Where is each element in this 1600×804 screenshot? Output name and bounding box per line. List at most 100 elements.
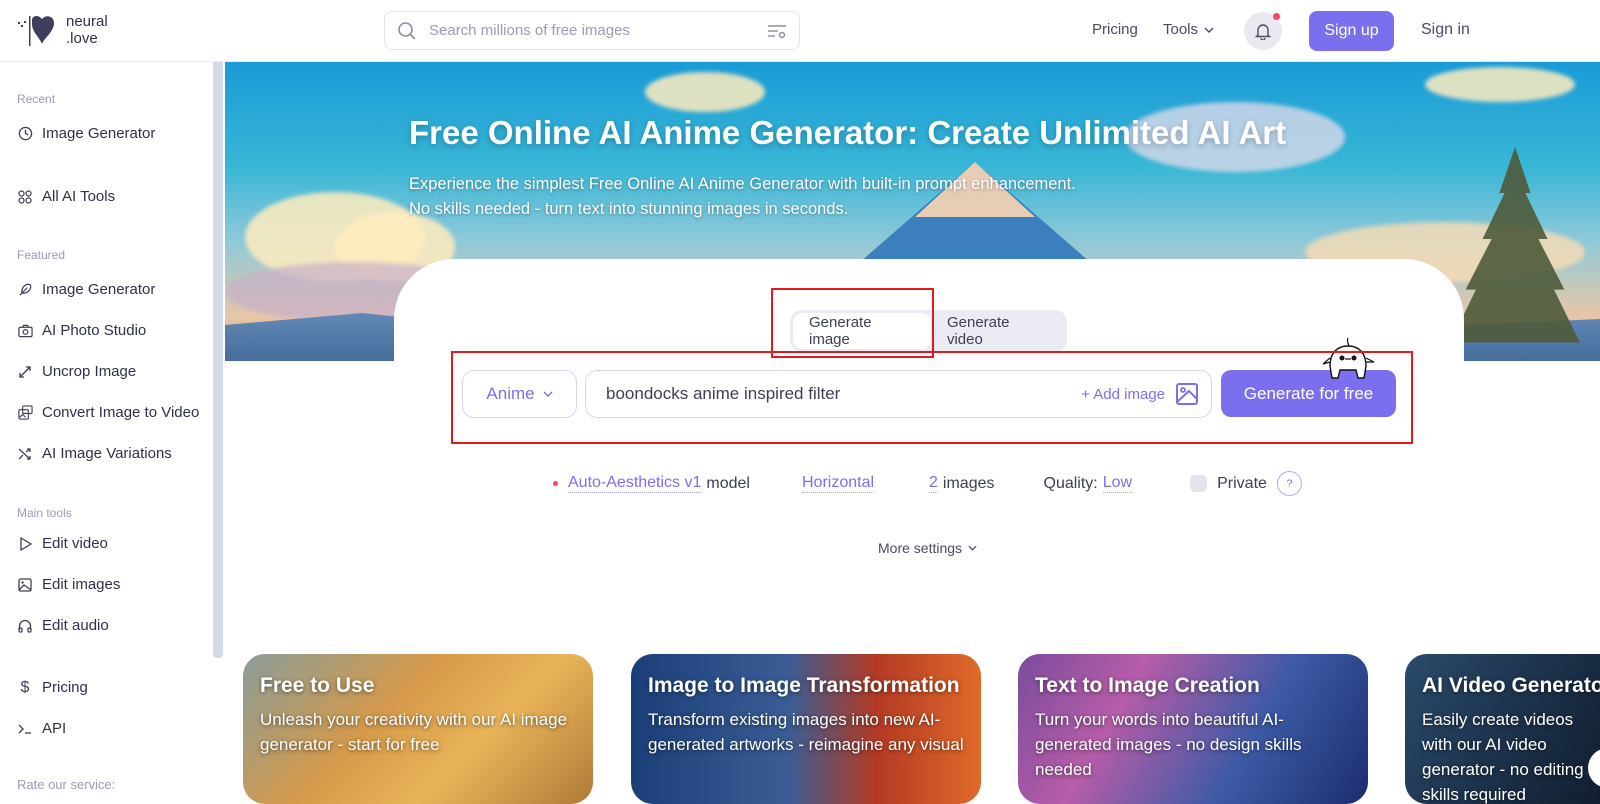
hero-subtitle: Experience the simplest Free Online AI A… (409, 172, 1076, 222)
feature-card-ai-video-generator[interactable]: AI Video Generator Easily create videos … (1405, 654, 1600, 804)
top-header: neural .love Search millions of free ima… (0, 0, 1600, 62)
tab-generate-video[interactable]: Generate video (931, 313, 1064, 349)
sidebar-item-label: Edit audio (42, 617, 109, 634)
mode-tabs: Generate image Generate video (790, 310, 1067, 352)
feature-card-title: Text to Image Creation (1035, 674, 1260, 697)
feather-icon (17, 282, 33, 298)
chevron-down-icon (968, 545, 977, 551)
sidebar-section-recent: Recent (17, 92, 56, 106)
sidebar-item-convert-image-to-video[interactable]: Convert Image to Video (17, 404, 199, 421)
sidebar-item-api[interactable]: API (17, 720, 66, 737)
clock-icon (17, 126, 33, 142)
more-settings-label: More settings (878, 540, 963, 556)
prompt-input[interactable] (606, 384, 1082, 404)
style-dropdown[interactable]: Anime (462, 370, 577, 418)
sidebar-item-label: All AI Tools (42, 188, 116, 205)
hero-title: Free Online AI Anime Generator: Create U… (409, 114, 1287, 151)
sidebar-item-label: Image Generator (42, 281, 156, 298)
search-bar[interactable]: Search millions of free images (384, 11, 800, 50)
sidebar-item-all-ai-tools[interactable]: All AI Tools (17, 188, 115, 205)
nav-tools-dropdown[interactable]: Tools (1163, 21, 1214, 38)
sidebar-item-label: Image Generator (42, 125, 156, 142)
sidebar-section-featured: Featured (17, 248, 66, 262)
sidebar-item-label: AI Image Variations (42, 445, 172, 462)
mascot-icon (1322, 337, 1375, 379)
prompt-field[interactable]: + Add image (585, 370, 1212, 418)
chevron-down-icon (1204, 27, 1214, 33)
play-icon (17, 536, 33, 552)
image-count-selector[interactable]: 2 (929, 474, 938, 493)
notification-dot (1273, 13, 1280, 20)
camera-icon (17, 323, 33, 339)
hero-subtitle-line2: No skills needed - turn text into stunni… (409, 200, 849, 218)
model-selector[interactable]: Auto-Aesthetics v1 (568, 474, 702, 493)
feature-card-description: Easily create videos with our AI video g… (1422, 710, 1584, 804)
feature-card-text-to-image[interactable]: Text to Image Creation Turn your words i… (1018, 654, 1368, 804)
feature-card-title: AI Video Generator (1422, 674, 1600, 697)
feature-card-image-to-image[interactable]: Image to Image Transformation Transform … (631, 654, 981, 804)
sidebar-item-ai-image-variations[interactable]: AI Image Variations (17, 445, 172, 462)
logo-text-line2: .love (66, 30, 98, 47)
grid-icon (17, 189, 33, 205)
more-settings-toggle[interactable]: More settings (878, 540, 977, 556)
feature-card-description: Transform existing images into new AI-ge… (648, 710, 964, 754)
sidebar-scrollbar[interactable] (213, 62, 223, 658)
add-image-link[interactable]: + Add image (1081, 386, 1165, 403)
sidebar-item-uncrop-image[interactable]: Uncrop Image (17, 363, 136, 380)
model-suffix: model (706, 474, 750, 492)
notifications-button[interactable] (1244, 12, 1282, 50)
orientation-selector[interactable]: Horizontal (801, 474, 875, 493)
dollar-icon: $ (20, 678, 30, 696)
search-icon (398, 21, 416, 40)
private-label: Private (1217, 474, 1267, 492)
sidebar-item-ai-photo-studio[interactable]: AI Photo Studio (17, 322, 146, 339)
hero-cloud (1425, 67, 1575, 102)
feature-card-title: Free to Use (260, 674, 375, 697)
expand-icon (17, 364, 33, 380)
sidebar-item-label: Pricing (42, 679, 88, 696)
signup-button[interactable]: Sign up (1309, 11, 1394, 51)
search-input[interactable]: Search millions of free images (429, 22, 767, 39)
sidebar-item-label: Uncrop Image (42, 363, 137, 380)
image-upload-icon[interactable] (1175, 382, 1199, 406)
sidebar-item-label: AI Photo Studio (42, 322, 147, 339)
hero-subtitle-line1: Experience the simplest Free Online AI A… (409, 175, 1076, 193)
sidebar-rate-label: Rate our service: (17, 777, 116, 792)
tab-generate-image[interactable]: Generate image (793, 313, 931, 349)
feature-card-title: Image to Image Transformation (648, 674, 960, 697)
terminal-icon (17, 721, 33, 737)
chevron-down-icon (543, 391, 553, 397)
logo[interactable]: neural .love (16, 12, 108, 48)
sidebar-item-edit-video[interactable]: Edit video (17, 535, 108, 552)
nav-tools-label: Tools (1163, 21, 1199, 38)
sidebar-item-label: Edit images (42, 576, 121, 593)
feature-card-free-to-use[interactable]: Free to Use Unleash your creativity with… (243, 654, 593, 804)
sidebar-item-edit-audio[interactable]: Edit audio (17, 617, 109, 634)
signin-link[interactable]: Sign in (1421, 21, 1470, 39)
image-video-icon (17, 405, 33, 421)
sidebar-item-image-generator[interactable]: Image Generator (17, 281, 155, 298)
image-icon (17, 577, 33, 593)
sidebar-item-label: API (42, 720, 67, 737)
status-dot (553, 481, 558, 486)
nav-pricing-link[interactable]: Pricing (1092, 21, 1138, 38)
headphones-icon (17, 618, 33, 634)
image-count-suffix: images (942, 474, 995, 492)
generation-options: Auto-Aesthetics v1 model Horizontal 2 im… (553, 471, 1302, 496)
sidebar-item-label: Convert Image to Video (42, 404, 200, 421)
sidebar-item-label: Edit video (42, 535, 108, 552)
shuffle-icon (17, 446, 33, 462)
sidebar-section-main-tools: Main tools (17, 506, 72, 520)
quality-selector[interactable]: Low (1102, 474, 1133, 493)
private-checkbox[interactable] (1190, 475, 1208, 492)
quality-label: Quality: (1043, 474, 1098, 492)
feature-card-description: Unleash your creativity with our AI imag… (260, 710, 568, 754)
filter-settings-icon[interactable] (767, 23, 787, 39)
bell-icon (1255, 24, 1271, 40)
style-dropdown-value: Anime (486, 384, 535, 403)
sidebar-item-recent-image-generator[interactable]: Image Generator (17, 125, 155, 142)
logo-text-line1: neural (66, 13, 108, 30)
sidebar-item-pricing[interactable]: $ Pricing (17, 678, 88, 697)
sidebar-item-edit-images[interactable]: Edit images (17, 576, 120, 593)
help-button[interactable]: ? (1276, 471, 1302, 496)
